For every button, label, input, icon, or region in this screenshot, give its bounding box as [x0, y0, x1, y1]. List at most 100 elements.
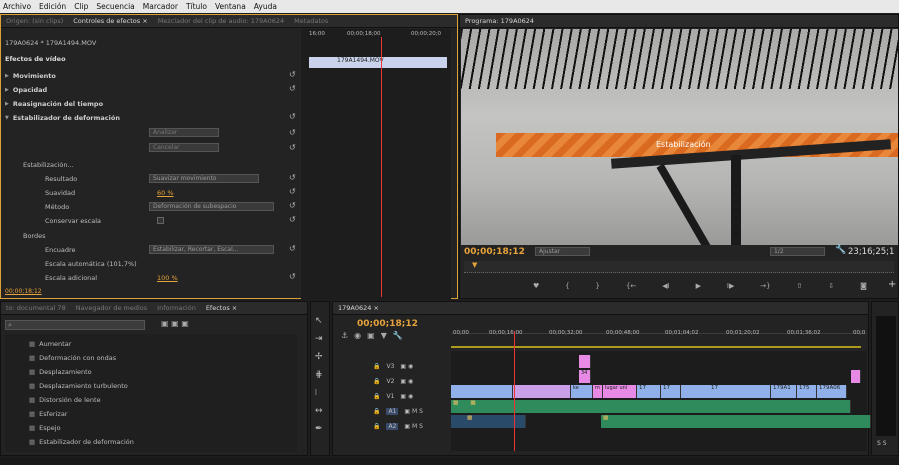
reset-icon[interactable]: ↺: [289, 84, 296, 93]
clip-v1[interactable]: ke: [571, 385, 593, 398]
clip-v1[interactable]: 17: [661, 385, 681, 398]
step-back-icon[interactable]: ◀I: [662, 282, 669, 290]
reset-icon[interactable]: ↺: [289, 201, 296, 210]
borders-group[interactable]: Bordes: [23, 230, 46, 241]
solo-buttons[interactable]: S S: [877, 440, 887, 447]
program-scrubber[interactable]: ▼: [464, 261, 894, 273]
list-item[interactable]: ▦ Aumentar: [29, 338, 71, 349]
tab-effects[interactable]: Efectos ×: [201, 304, 242, 312]
camera-icon[interactable]: ◙: [860, 282, 867, 290]
list-item[interactable]: ▦ Esferizar: [29, 408, 67, 419]
tab-audio-mixer[interactable]: Mezclador del clip de audio: 179A0624: [153, 17, 289, 25]
menu-titulo[interactable]: Título: [186, 2, 207, 11]
clip-v1[interactable]: [451, 385, 513, 398]
reset-icon[interactable]: ↺: [289, 128, 296, 137]
cancel-button[interactable]: Cancelar: [149, 143, 219, 152]
clip-v2[interactable]: 34: [579, 370, 591, 383]
reset-icon[interactable]: ↺: [289, 70, 296, 79]
tab-effect-controls[interactable]: Controles de efectos ×: [68, 17, 152, 25]
list-item[interactable]: ▦ Estabilizador de deformación: [29, 436, 134, 447]
menu-archivo[interactable]: Archivo: [3, 2, 31, 11]
smooth-value[interactable]: 60 %: [157, 187, 174, 198]
menu-ventana[interactable]: Ventana: [215, 2, 246, 11]
track-a1[interactable]: 🔒 A1 ▣ M S: [373, 406, 423, 417]
list-item[interactable]: ▦ Espejo: [29, 422, 61, 433]
program-title[interactable]: Programa: 179A0624: [460, 17, 539, 25]
timeline-tab[interactable]: 179A0624 ×: [333, 304, 384, 312]
timeline-playhead[interactable]: [514, 331, 515, 451]
reset-icon[interactable]: ↺: [289, 173, 296, 182]
tab-media-browser[interactable]: Navegador de medios: [71, 304, 152, 312]
stabilization-group[interactable]: Estabilización...: [23, 159, 74, 170]
effect-opacity[interactable]: ▶ Opacidad: [5, 84, 47, 95]
clip-v1[interactable]: 179A06: [817, 385, 847, 398]
list-item[interactable]: ▦ Deformación con ondas: [29, 352, 116, 363]
ec-footer-time[interactable]: 00;00;18;12: [5, 286, 42, 297]
video-frame[interactable]: Estabilización: [461, 29, 898, 245]
reset-icon[interactable]: ↺: [289, 112, 296, 121]
clip-v1[interactable]: 17: [637, 385, 661, 398]
clip-v3[interactable]: [579, 355, 591, 368]
clip-v2-end[interactable]: [851, 370, 861, 383]
quality-dropdown[interactable]: 1/2: [770, 247, 825, 256]
tab-source[interactable]: Origen: (sin clips): [1, 17, 68, 25]
analyze-button[interactable]: Analizar: [149, 128, 219, 137]
tab-metadata[interactable]: Metadatos: [289, 17, 333, 25]
reset-icon[interactable]: ↺: [289, 215, 296, 224]
menu-secuencia[interactable]: Secuencia: [96, 2, 134, 11]
clip-v1[interactable]: [513, 385, 571, 398]
track-area[interactable]: 34 ke m lugar uni 17 17 17 179A1 175 179…: [451, 331, 871, 451]
extra-scale-value[interactable]: 100 %: [157, 272, 178, 283]
in-point-icon[interactable]: {: [565, 282, 569, 290]
add-button-icon[interactable]: +: [888, 279, 896, 290]
menu-ayuda[interactable]: Ayuda: [254, 2, 277, 11]
result-dropdown[interactable]: Suavizar movimiento: [149, 174, 259, 183]
playhead-icon[interactable]: ▼: [472, 261, 477, 269]
reset-icon[interactable]: ↺: [289, 244, 296, 253]
reset-icon[interactable]: ↺: [289, 272, 296, 281]
play-icon[interactable]: ▶: [696, 282, 701, 290]
track-v1[interactable]: 🔒 V1 ▣ ◉: [373, 391, 413, 402]
out-point-icon[interactable]: }: [596, 282, 600, 290]
marker-icon[interactable]: ♥: [533, 282, 539, 290]
wrench-icon[interactable]: 🔧: [835, 245, 846, 255]
program-timecode[interactable]: 00;00;18;12: [464, 247, 525, 257]
pen-icon[interactable]: ✒: [315, 424, 323, 434]
ec-playhead[interactable]: [381, 37, 382, 297]
clip-v1[interactable]: 17: [681, 385, 771, 398]
framing-dropdown[interactable]: Estabilizar, Recortar, Escal...: [149, 245, 274, 254]
rolling-edit-icon[interactable]: ⋕: [315, 370, 323, 380]
go-to-out-icon[interactable]: →}: [760, 282, 770, 290]
slip-icon[interactable]: ↔: [315, 406, 323, 416]
clip-a2[interactable]: ▩: [601, 415, 871, 428]
filter-icons[interactable]: ▣ ▣ ▣: [161, 319, 189, 328]
go-to-in-icon[interactable]: {←: [626, 282, 636, 290]
extract-icon[interactable]: ⇩: [828, 282, 834, 290]
clip-v1[interactable]: 175: [797, 385, 817, 398]
menu-clip[interactable]: Clip: [74, 2, 88, 11]
work-area-bar[interactable]: [451, 346, 861, 348]
razor-icon[interactable]: ⧘: [315, 388, 317, 398]
clip-a1[interactable]: ▩ ▩: [451, 400, 851, 413]
clip-v1[interactable]: m: [593, 385, 603, 398]
clip-v1[interactable]: lugar uni: [603, 385, 637, 398]
clip-v1[interactable]: 179A1: [771, 385, 797, 398]
list-item[interactable]: ▦ Desplazamiento: [29, 366, 92, 377]
effect-time-remap[interactable]: ▶ Reasignación del tiempo: [5, 98, 103, 109]
timeline-tools-icons[interactable]: ⚓◉▣▼🔧: [341, 331, 409, 340]
menu-edicion[interactable]: Edición: [39, 2, 66, 11]
step-forward-icon[interactable]: I▶: [727, 282, 734, 290]
track-v2[interactable]: 🔒 V2 ▣ ◉: [373, 376, 413, 387]
search-input[interactable]: ⌕: [5, 320, 145, 330]
list-item[interactable]: ▦ Distorsión de lente: [29, 394, 101, 405]
tab-info[interactable]: Información: [152, 304, 201, 312]
ripple-edit-icon[interactable]: ✢: [315, 352, 323, 362]
menu-marcador[interactable]: Marcador: [143, 2, 178, 11]
selection-tool-icon[interactable]: ↖: [315, 316, 323, 326]
reset-icon[interactable]: ↺: [289, 187, 296, 196]
fit-dropdown[interactable]: Ajustar: [535, 247, 590, 256]
ec-clip[interactable]: 179A1494.MOV: [309, 57, 447, 68]
timeline-timecode[interactable]: 00;00;18;12: [357, 319, 418, 329]
track-v3[interactable]: 🔒 V3 ▣ ◉: [373, 361, 413, 372]
auto-scale-label[interactable]: Escala automática (101,7%): [45, 258, 137, 269]
